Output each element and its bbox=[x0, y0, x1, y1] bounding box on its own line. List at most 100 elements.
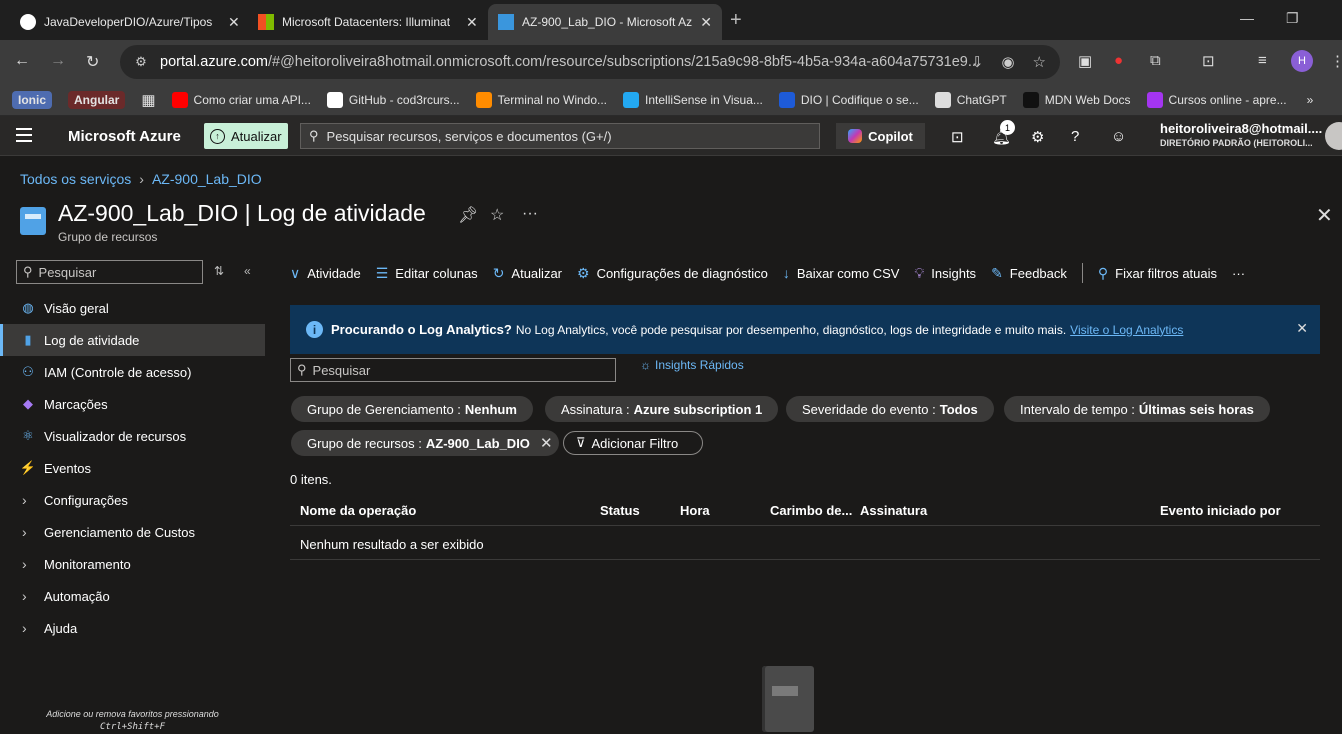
nav-item[interactable]: › Automação bbox=[0, 580, 265, 612]
menu-icon[interactable]: ⋮ bbox=[1330, 52, 1342, 70]
bookmark-item[interactable]: Como criar uma API... bbox=[171, 91, 311, 108]
grid-search-input[interactable]: ⚲ Pesquisar bbox=[290, 358, 616, 382]
nav-item[interactable]: ⚡ Eventos bbox=[0, 452, 265, 484]
remove-filter-icon[interactable]: ✕ bbox=[540, 434, 553, 452]
reading-list-icon[interactable]: ≡ bbox=[1258, 52, 1267, 69]
menu-search-input[interactable]: ⚲ Pesquisar bbox=[16, 260, 203, 284]
feedback-header-icon[interactable]: ☺ bbox=[1111, 128, 1126, 145]
forward-icon[interactable]: → bbox=[50, 52, 66, 70]
site-info-icon[interactable]: ⚙ bbox=[132, 53, 150, 71]
new-tab-icon[interactable]: + bbox=[730, 9, 742, 32]
nav-item[interactable]: ⚛ Visualizador de recursos bbox=[0, 420, 265, 452]
extension-icon[interactable]: ▣ bbox=[1078, 52, 1092, 70]
browser-tab-1[interactable]: JavaDeveloperDIO/Azure/Tipos ✕ bbox=[10, 4, 250, 40]
page-title: AZ-900_Lab_DIO | Log de atividade bbox=[58, 200, 426, 226]
filter-pill[interactable]: Severidade do evento : Todos bbox=[786, 396, 994, 422]
bookmark-item[interactable]: Angular bbox=[68, 90, 126, 109]
close-blade-icon[interactable]: ✕ bbox=[1316, 203, 1333, 228]
account-menu[interactable]: heitoroliveira8@hotmail.... DIRETÓRIO PA… bbox=[1160, 121, 1322, 148]
browser-tab-3[interactable]: AZ-900_Lab_DIO - Microsoft Az ✕ bbox=[488, 4, 722, 40]
bookmark-item[interactable]: ChatGPT bbox=[934, 91, 1007, 108]
filter-pill[interactable]: Grupo de recursos : AZ-900_Lab_DIO ✕ bbox=[291, 430, 559, 456]
close-banner-icon[interactable]: ✕ bbox=[1296, 320, 1308, 337]
tracking-icon[interactable]: ◉ bbox=[1001, 53, 1014, 71]
nav-item[interactable]: › Ajuda bbox=[0, 612, 265, 644]
tag-icon: ◆ bbox=[23, 396, 33, 411]
brand-title[interactable]: Microsoft Azure bbox=[68, 128, 181, 145]
table-row: Nenhum resultado a ser exibido bbox=[290, 527, 1320, 560]
adblock-icon[interactable]: ● bbox=[1114, 52, 1123, 69]
browser-tab-2[interactable]: Microsoft Datacenters: Illuminat ✕ bbox=[248, 4, 488, 40]
restore-icon[interactable]: ❐ bbox=[1286, 10, 1299, 27]
breadcrumb-all-services[interactable]: Todos os serviços bbox=[20, 171, 131, 187]
bookmark-favicon-icon bbox=[1146, 91, 1163, 108]
nav-item[interactable]: ◆ Marcações bbox=[0, 388, 265, 420]
command-button[interactable]: ↻ Atualizar bbox=[493, 265, 562, 282]
favorite-star-icon[interactable]: ☆ bbox=[490, 205, 504, 225]
avatar[interactable] bbox=[1325, 122, 1342, 150]
breadcrumb-resource-group[interactable]: AZ-900_Lab_DIO bbox=[152, 171, 262, 187]
profile-avatar[interactable]: H bbox=[1291, 50, 1313, 72]
reload-icon[interactable]: ↻ bbox=[86, 52, 99, 72]
settings-gear-icon[interactable]: ⚙ bbox=[1031, 128, 1044, 146]
bookmark-item[interactable]: Cursos online - apre... bbox=[1146, 91, 1287, 108]
update-button[interactable]: ↑ Atualizar bbox=[204, 123, 288, 149]
bookmark-star-icon[interactable]: ☆ bbox=[1033, 53, 1046, 71]
sort-icon[interactable]: ⇅ bbox=[214, 264, 224, 278]
browser-tabstrip: JavaDeveloperDIO/Azure/Tipos ✕ Microsoft… bbox=[0, 0, 1342, 40]
bookmark-favicon-icon bbox=[171, 91, 188, 108]
cloud-shell-icon[interactable]: ⊡ bbox=[951, 128, 964, 146]
collapse-menu-icon[interactable]: « bbox=[244, 264, 251, 278]
command-button[interactable]: ∨ Atividade bbox=[290, 265, 361, 282]
github-icon bbox=[20, 14, 36, 30]
help-icon[interactable]: ? bbox=[1071, 128, 1079, 145]
command-button[interactable]: ✎ Feedback bbox=[991, 265, 1067, 282]
close-tab-icon[interactable]: ✕ bbox=[228, 14, 240, 31]
command-button[interactable]: ⚙ Configurações de diagnóstico bbox=[577, 265, 768, 282]
bookmark-item[interactable]: Ionic bbox=[12, 90, 53, 109]
cast-icon[interactable]: ⊡ bbox=[1202, 52, 1215, 70]
puzzle-icon[interactable]: ⧉ bbox=[1150, 52, 1161, 69]
column-header[interactable]: Hora bbox=[680, 503, 710, 518]
hamburger-icon[interactable] bbox=[16, 128, 32, 146]
bookmark-item[interactable]: GitHub - cod3rcurs... bbox=[326, 91, 460, 108]
global-search-input[interactable]: ⚲ Pesquisar recursos, serviços e documen… bbox=[300, 123, 820, 149]
nav-item[interactable]: ▮ Log de atividade bbox=[0, 324, 265, 356]
command-button[interactable]: ↓ Baixar como CSV bbox=[783, 265, 900, 281]
column-header[interactable]: Carimbo de... bbox=[770, 503, 852, 518]
command-button[interactable]: ⚲ Fixar filtros atuais bbox=[1098, 265, 1217, 282]
banner-link[interactable]: Visite o Log Analytics bbox=[1070, 323, 1183, 337]
more-commands-icon[interactable]: ··· bbox=[1232, 266, 1245, 281]
pin-title-icon[interactable]: 📌︎ bbox=[458, 205, 478, 225]
address-bar[interactable]: ⚙ portal.azure.com/#@heitoroliveira8hotm… bbox=[120, 45, 1060, 79]
bookmark-item[interactable]: IntelliSense in Visua... bbox=[623, 91, 763, 108]
nav-item[interactable]: › Monitoramento bbox=[0, 548, 265, 580]
close-tab-icon[interactable]: ✕ bbox=[700, 14, 712, 31]
filter-pill[interactable]: Assinatura : Azure subscription 1 bbox=[545, 396, 779, 422]
minimize-icon[interactable]: — bbox=[1240, 10, 1254, 26]
column-header[interactable]: Evento iniciado por bbox=[1160, 503, 1281, 518]
more-bookmarks-icon[interactable]: » bbox=[1307, 93, 1314, 107]
add-filter-button[interactable]: ⊽ Adicionar Filtro bbox=[563, 431, 703, 455]
filter-pill[interactable]: Grupo de Gerenciamento : Nenhum bbox=[291, 396, 533, 422]
quick-insights-link[interactable]: ☼ Insights Rápidos bbox=[640, 358, 744, 372]
copilot-button[interactable]: Copilot bbox=[836, 123, 925, 149]
filter-pill[interactable]: Intervalo de tempo : Últimas seis horas bbox=[1004, 396, 1270, 422]
bookmark-item[interactable]: Terminal no Windo... bbox=[475, 91, 607, 108]
column-header[interactable]: Status bbox=[600, 503, 640, 518]
nav-item[interactable]: › Gerenciamento de Custos bbox=[0, 516, 265, 548]
command-button[interactable]: ☰ Editar colunas bbox=[376, 265, 478, 282]
bookmark-item[interactable]: MDN Web Docs bbox=[1022, 91, 1131, 108]
more-options-icon[interactable]: ··· bbox=[522, 205, 538, 223]
column-header[interactable]: Nome da operação bbox=[300, 503, 416, 518]
install-app-icon[interactable]: ⇩ bbox=[971, 53, 984, 71]
back-icon[interactable]: ← bbox=[14, 52, 30, 70]
nav-item[interactable]: ⚇ IAM (Controle de acesso) bbox=[0, 356, 265, 388]
column-header[interactable]: Assinatura bbox=[860, 503, 927, 518]
command-button[interactable]: 💡︎ Insights bbox=[914, 265, 976, 282]
nav-item[interactable]: › Configurações bbox=[0, 484, 265, 516]
bookmark-item[interactable]: ▦ bbox=[141, 91, 155, 109]
bookmark-item[interactable]: DIO | Codifique o se... bbox=[778, 91, 919, 108]
close-tab-icon[interactable]: ✕ bbox=[466, 14, 478, 31]
nav-item[interactable]: ◍ Visão geral bbox=[0, 292, 265, 324]
